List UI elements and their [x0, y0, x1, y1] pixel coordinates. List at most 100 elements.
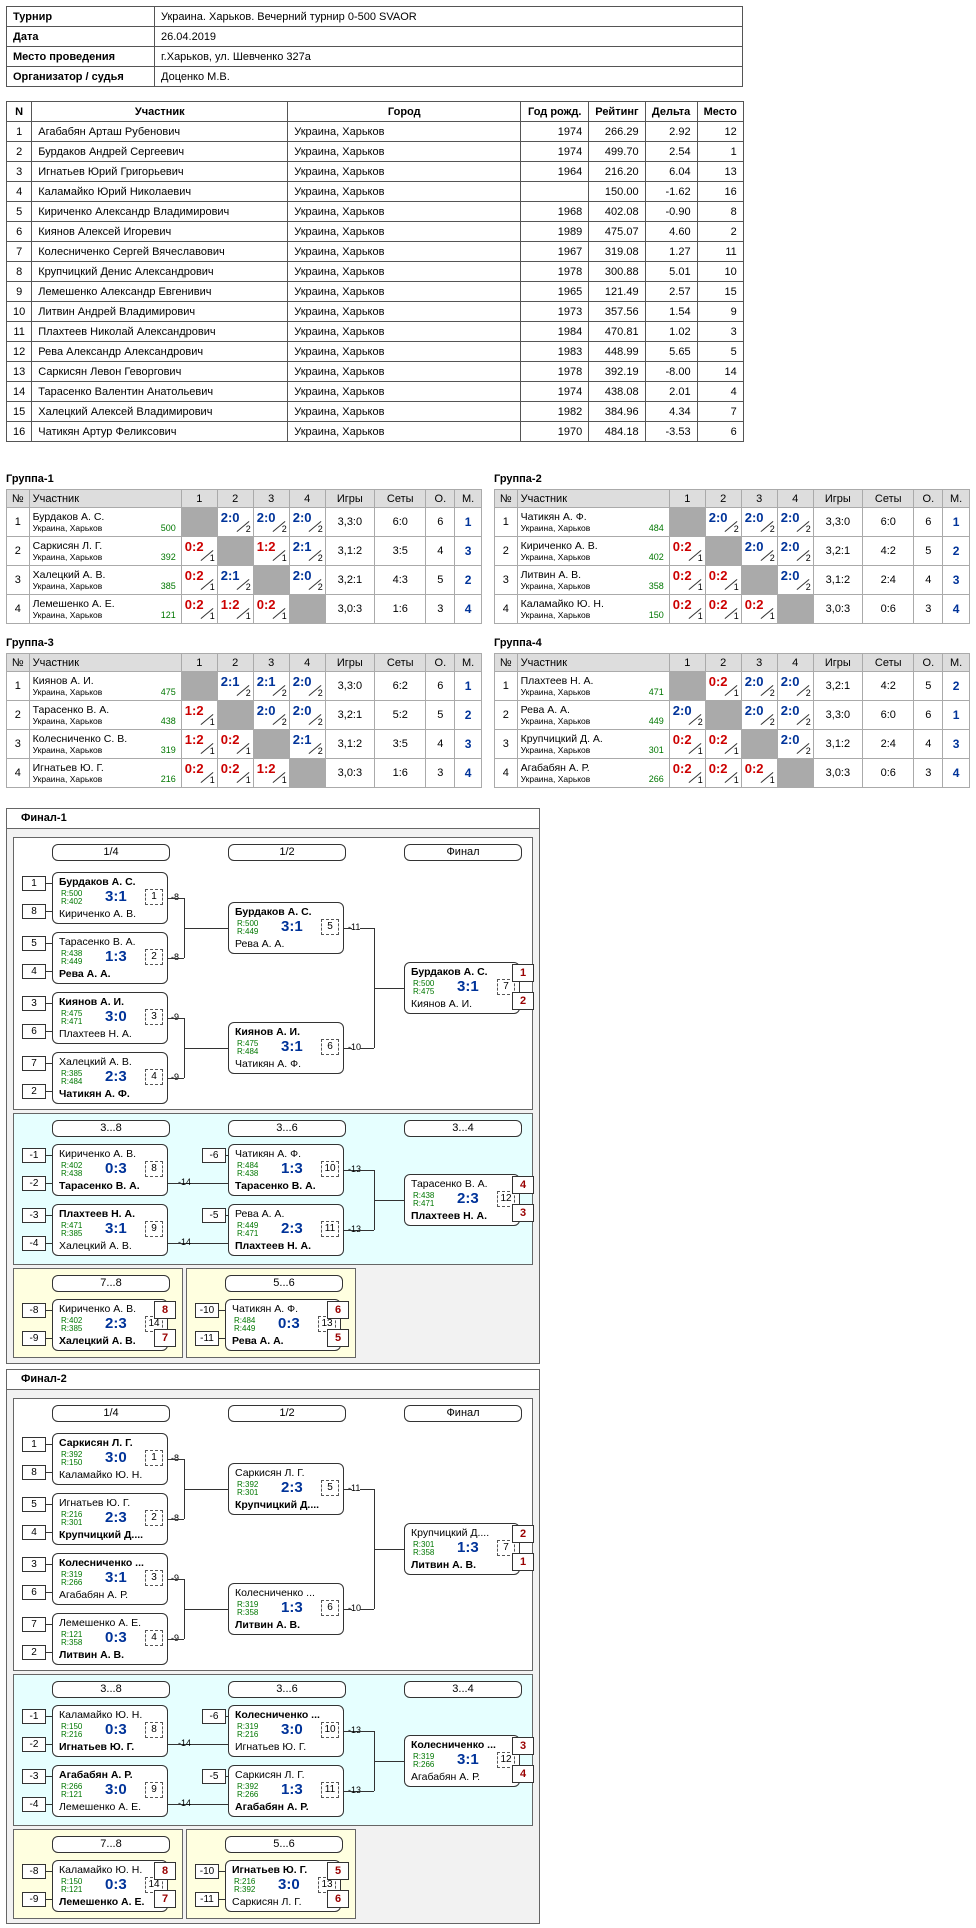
player-cell: Колесниченко Сергей Вячеславович [31, 241, 289, 262]
group-header: № Участник 1 2 3 4 Игры Сеты О. М. [6, 489, 482, 508]
player-cell: 14 [5, 381, 33, 402]
score-slash: 1 [721, 742, 739, 756]
group-header: № Участник 1 2 3 4 Игры Сеты О. М. [494, 489, 970, 508]
city-label: Украина, Харьков [520, 716, 591, 726]
seed-label: -8 [22, 1303, 46, 1318]
match-box: Лемешенко А. Е. R:121 R:358 0:3 4 Литвин А. В… [52, 1613, 168, 1665]
group-player-city: Украина, Харьков 385 [33, 581, 178, 591]
player-cell: 16 [696, 181, 744, 202]
player-cell: 1.27 [644, 241, 698, 262]
match-player-2: Игнатьев Ю. Г. [235, 1741, 307, 1753]
player-cell: 475.07 [588, 221, 646, 242]
player-cell: 1970 [520, 421, 590, 442]
player-cell: 392.19 [588, 361, 646, 382]
group-points: 6 [425, 507, 456, 537]
loser-destination: -9 [171, 1072, 180, 1082]
player-cell: 1974 [520, 121, 590, 142]
match-rating-2: R:385 [61, 1229, 83, 1238]
player-cell: 1 [696, 141, 744, 162]
bracket-line [168, 898, 184, 899]
match-score: 0:3 [105, 1721, 127, 1738]
loser-destination: -11 [348, 1483, 361, 1493]
group-points: 3 [913, 594, 944, 624]
final-place-box: 4 [512, 1176, 534, 1194]
match-score: 3:1 [105, 888, 127, 905]
score-slash: 2 [305, 742, 323, 756]
player-row: 4 Каламайко Юрий Николаевич Украина, Харьк… [5, 181, 744, 202]
player-cell: Крупчицкий Денис Александрович [31, 261, 289, 282]
match-score: 2:3 [457, 1190, 479, 1207]
seed-label: 5 [22, 1497, 46, 1512]
score-slash: 2 [757, 520, 775, 534]
final-place-box: 6 [327, 1890, 349, 1908]
player-cell: 1.54 [644, 301, 698, 322]
seed-label: 7 [22, 1617, 46, 1632]
player-cell: Литвин Андрей Владимирович [31, 301, 289, 322]
player-cell: 1965 [520, 281, 590, 302]
column-header: N [5, 101, 33, 122]
match-rating-2: R:216 [61, 1730, 83, 1739]
score-slash: 2 [721, 520, 739, 534]
player-cell: Украина, Харьков [287, 341, 522, 362]
loser-destination: -8 [171, 952, 180, 962]
seed-label: 1 [22, 1437, 46, 1452]
placement-5-6: 5...6 -10 -11 Чатикян А. Ф. R:484 R:449 0:3 13 Р… [186, 1268, 356, 1358]
player-cell: 9 [5, 281, 33, 302]
group-row-number: 4 [494, 758, 518, 788]
group-games: 3,0:3 [812, 594, 864, 624]
group-row-number: 2 [6, 700, 30, 730]
player-cell: Украина, Харьков [287, 161, 522, 182]
loser-destination: -9 [171, 1012, 180, 1022]
player-cell: 4.60 [644, 221, 698, 242]
match-number: 11 [321, 1221, 339, 1237]
score-slash: 1 [685, 607, 703, 621]
score-slash: 2 [793, 520, 811, 534]
group-row-number: 1 [6, 507, 30, 537]
match-player-1: Каламайко Ю. Н. [59, 1709, 143, 1721]
score-slash: 1 [233, 771, 251, 785]
bracket-line [168, 1519, 184, 1520]
match-box: Киянов А. И. R:475 R:484 3:1 6 Чатикян А. Ф. [228, 1022, 344, 1074]
score-slash: 2 [233, 520, 251, 534]
match-rating-2: R:438 [237, 1169, 259, 1178]
group-table: № Участник 1 2 3 4 Игры Сеты О. М. 1 Киянов А. И. Ук… [6, 653, 482, 788]
group-points: 6 [913, 507, 944, 537]
match-number: 5 [321, 919, 339, 935]
match-points: 1 [209, 611, 215, 621]
group-games: 3,3:0 [324, 507, 376, 537]
match-points: 2 [281, 524, 287, 534]
group-score-cell: 0:2 1 [704, 758, 742, 788]
group-player-city: Украина, Харьков 216 [33, 774, 178, 784]
match-player-1: Саркисян Л. Г. [235, 1769, 305, 1781]
group-score-cell: 0:2 1 [668, 594, 706, 624]
group-player-name: Киянов А. И. [32, 675, 94, 687]
match-score: 2:3 [105, 1068, 127, 1085]
player-cell: 6.04 [644, 161, 698, 182]
score-slash: 2 [305, 713, 323, 727]
match-rating-2: R:484 [237, 1047, 259, 1056]
group-column-header: М. [454, 653, 482, 672]
group-points: 5 [425, 700, 456, 730]
group-title: Группа-4 [494, 637, 542, 649]
match-points: 2 [805, 582, 811, 592]
loser-destination: -9 [171, 1633, 180, 1643]
bracket-line [168, 1639, 184, 1640]
player-cell: 14 [696, 361, 744, 382]
main-bracket: 1/4 1/2 Финал 1 8 Бурдаков А. С. R:500 R:402 3:1… [13, 837, 534, 1110]
group-row: 1 Бурдаков А. С. Украина, Харьков 500 2:0 2 2:… [6, 507, 482, 537]
group-place: 2 [454, 565, 482, 595]
city-label: Украина, Харьков [520, 774, 591, 784]
player-cell: 1978 [520, 361, 590, 382]
seed-label: -1 [22, 1709, 46, 1724]
match-rating-2: R:358 [237, 1608, 259, 1617]
player-cell: 1984 [520, 321, 590, 342]
match-player-1: Кириченко А. В. [59, 1148, 137, 1160]
match-box: Каламайко Ю. Н. R:150 R:216 0:3 8 Игнатьев Ю.… [52, 1705, 168, 1757]
match-score: 3:1 [457, 1751, 479, 1768]
score-slash: 1 [197, 607, 215, 621]
match-number: 10 [321, 1161, 339, 1177]
group-place: 1 [942, 507, 970, 537]
group-column-header: Участник [516, 489, 670, 508]
group-title: Группа-3 [6, 637, 54, 649]
seed-label: 4 [22, 1525, 46, 1540]
